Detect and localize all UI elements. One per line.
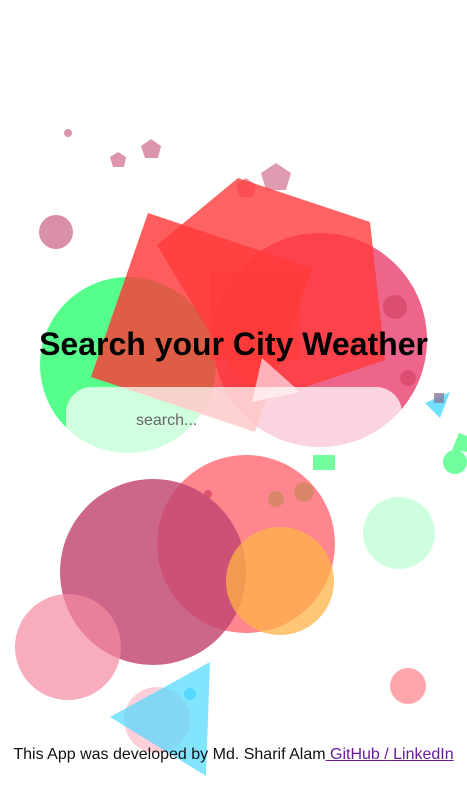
bg-square-green [452, 433, 467, 452]
bg-dot [39, 215, 73, 249]
search-box [66, 387, 402, 455]
bg-dot [294, 482, 314, 502]
bg-dot-green [443, 450, 467, 474]
bg-dot [204, 490, 212, 498]
bg-pentagon [110, 152, 126, 167]
bg-circle-pink-light [15, 594, 121, 700]
linkedin-link[interactable]: LinkedIn [389, 746, 454, 763]
bg-dot [64, 129, 72, 137]
footer-credit: This App was developed by Md. Sharif Ala… [13, 746, 326, 763]
bg-square-green [313, 455, 335, 470]
bg-dot [268, 491, 284, 507]
bg-square-small [434, 393, 444, 403]
bg-pentagon [261, 163, 291, 190]
bg-pentagon [141, 139, 161, 158]
bg-dot [400, 370, 416, 386]
page-title: Search your City Weather [39, 326, 428, 362]
search-input[interactable] [66, 387, 402, 455]
bg-circle-orange [226, 527, 334, 635]
footer: This App was developed by Md. Sharif Ala… [0, 746, 467, 764]
bg-circle-mint [363, 497, 435, 569]
github-link[interactable]: GitHub [326, 746, 385, 763]
bg-dot [383, 295, 407, 319]
bg-dot [390, 668, 426, 704]
bg-dot-cyan [184, 688, 196, 700]
